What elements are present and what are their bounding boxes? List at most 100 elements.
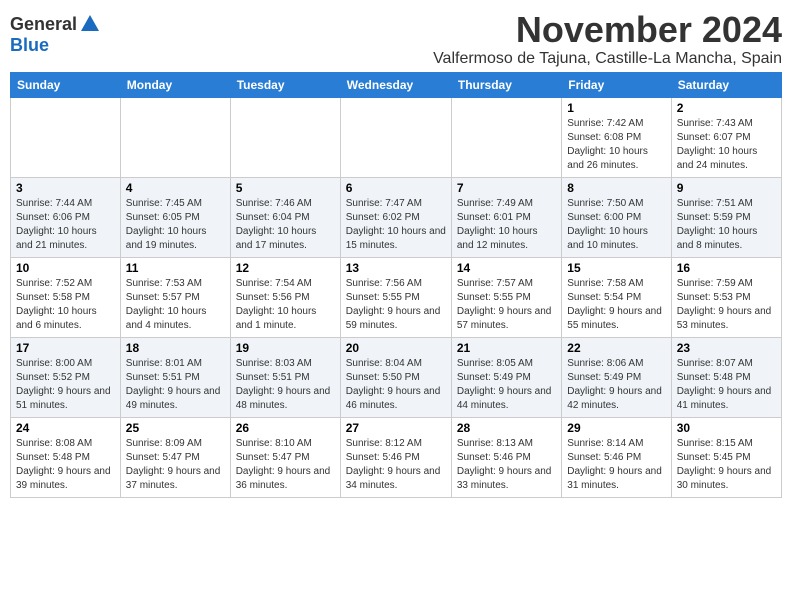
day-number: 30 — [677, 421, 776, 435]
day-info: Sunrise: 8:06 AM Sunset: 5:49 PM Dayligh… — [567, 357, 665, 413]
day-number: 14 — [457, 261, 556, 275]
day-info: Sunrise: 8:00 AM Sunset: 5:52 PM Dayligh… — [16, 357, 115, 413]
day-number: 26 — [236, 421, 335, 435]
day-info: Sunrise: 7:56 AM Sunset: 5:55 PM Dayligh… — [346, 277, 446, 333]
day-number: 28 — [457, 421, 556, 435]
day-info: Sunrise: 7:49 AM Sunset: 6:01 PM Dayligh… — [457, 197, 556, 253]
day-number: 13 — [346, 261, 446, 275]
logo-blue: Blue — [10, 35, 49, 56]
day-info: Sunrise: 7:52 AM Sunset: 5:58 PM Dayligh… — [16, 277, 115, 333]
day-info: Sunrise: 8:14 AM Sunset: 5:46 PM Dayligh… — [567, 437, 665, 493]
logo: General Blue — [10, 10, 101, 56]
day-number: 1 — [567, 101, 665, 115]
table-row: 9 Sunrise: 7:51 AM Sunset: 5:59 PM Daylig… — [671, 177, 781, 257]
title-area: November 2024 Valfermoso de Tajuna, Cast… — [433, 10, 782, 68]
day-number: 18 — [126, 341, 225, 355]
location-subtitle: Valfermoso de Tajuna, Castille-La Mancha… — [433, 50, 782, 68]
table-row: 17 Sunrise: 8:00 AM Sunset: 5:52 PM Dayli… — [11, 337, 121, 417]
day-number: 2 — [677, 101, 776, 115]
day-number: 11 — [126, 261, 225, 275]
table-row: 10 Sunrise: 7:52 AM Sunset: 5:58 PM Dayli… — [11, 257, 121, 337]
day-number: 21 — [457, 341, 556, 355]
table-row: 18Sunrise: 8:01 AM Sunset: 5:51 PM Dayli… — [120, 337, 230, 417]
table-row: 6Sunrise: 7:47 AM Sunset: 6:02 PM Daylig… — [340, 177, 451, 257]
table-row — [340, 97, 451, 177]
table-row — [11, 97, 121, 177]
logo-icon — [79, 13, 101, 35]
calendar-week-row: 1Sunrise: 7:42 AM Sunset: 6:08 PM Daylig… — [11, 97, 782, 177]
day-info: Sunrise: 7:50 AM Sunset: 6:00 PM Dayligh… — [567, 197, 665, 253]
table-row — [230, 97, 340, 177]
calendar-header-row: Sunday Monday Tuesday Wednesday Thursday… — [11, 72, 782, 97]
day-number: 27 — [346, 421, 446, 435]
table-row: 21 Sunrise: 8:05 AM Sunset: 5:49 PM Dayli… — [451, 337, 561, 417]
header-tuesday: Tuesday — [230, 72, 340, 97]
page-header: General Blue November 2024 Valfermoso de… — [10, 10, 782, 68]
table-row: 23Sunrise: 8:07 AM Sunset: 5:48 PM Dayli… — [671, 337, 781, 417]
day-number: 15 — [567, 261, 665, 275]
calendar-week-row: 24Sunrise: 8:08 AM Sunset: 5:48 PM Dayli… — [11, 417, 782, 497]
day-info: Sunrise: 8:03 AM Sunset: 5:51 PM Dayligh… — [236, 357, 335, 413]
day-info: Sunrise: 7:58 AM Sunset: 5:54 PM Dayligh… — [567, 277, 665, 333]
day-number: 17 — [16, 341, 115, 355]
table-row: 5 Sunrise: 7:46 AM Sunset: 6:04 PM Daylig… — [230, 177, 340, 257]
table-row: 12 Sunrise: 7:54 AM Sunset: 5:56 PM Dayli… — [230, 257, 340, 337]
table-row: 15 Sunrise: 7:58 AM Sunset: 5:54 PM Dayli… — [562, 257, 671, 337]
logo-general: General — [10, 14, 77, 35]
day-info: Sunrise: 7:57 AM Sunset: 5:55 PM Dayligh… — [457, 277, 556, 333]
day-info: Sunrise: 7:54 AM Sunset: 5:56 PM Dayligh… — [236, 277, 335, 333]
table-row: 14 Sunrise: 7:57 AM Sunset: 5:55 PM Dayli… — [451, 257, 561, 337]
day-number: 9 — [677, 181, 776, 195]
table-row: 16 Sunrise: 7:59 AM Sunset: 5:53 PM Dayli… — [671, 257, 781, 337]
day-info: Sunrise: 7:59 AM Sunset: 5:53 PM Dayligh… — [677, 277, 776, 333]
day-number: 3 — [16, 181, 115, 195]
table-row: 20 Sunrise: 8:04 AM Sunset: 5:50 PM Dayli… — [340, 337, 451, 417]
day-number: 16 — [677, 261, 776, 275]
day-number: 5 — [236, 181, 335, 195]
table-row: 7 Sunrise: 7:49 AM Sunset: 6:01 PM Daylig… — [451, 177, 561, 257]
header-wednesday: Wednesday — [340, 72, 451, 97]
table-row: 1Sunrise: 7:42 AM Sunset: 6:08 PM Daylig… — [562, 97, 671, 177]
table-row: 30Sunrise: 8:15 AM Sunset: 5:45 PM Dayli… — [671, 417, 781, 497]
table-row: 28 Sunrise: 8:13 AM Sunset: 5:46 PM Dayli… — [451, 417, 561, 497]
day-info: Sunrise: 7:43 AM Sunset: 6:07 PM Dayligh… — [677, 117, 776, 173]
day-info: Sunrise: 8:05 AM Sunset: 5:49 PM Dayligh… — [457, 357, 556, 413]
table-row: 25 Sunrise: 8:09 AM Sunset: 5:47 PM Dayli… — [120, 417, 230, 497]
table-row: 19 Sunrise: 8:03 AM Sunset: 5:51 PM Dayli… — [230, 337, 340, 417]
day-number: 8 — [567, 181, 665, 195]
header-saturday: Saturday — [671, 72, 781, 97]
calendar-week-row: 10 Sunrise: 7:52 AM Sunset: 5:58 PM Dayli… — [11, 257, 782, 337]
day-info: Sunrise: 8:09 AM Sunset: 5:47 PM Dayligh… — [126, 437, 225, 493]
day-number: 29 — [567, 421, 665, 435]
table-row: 22Sunrise: 8:06 AM Sunset: 5:49 PM Dayli… — [562, 337, 671, 417]
header-friday: Friday — [562, 72, 671, 97]
day-info: Sunrise: 8:13 AM Sunset: 5:46 PM Dayligh… — [457, 437, 556, 493]
table-row: 29 Sunrise: 8:14 AM Sunset: 5:46 PM Dayli… — [562, 417, 671, 497]
day-info: Sunrise: 7:51 AM Sunset: 5:59 PM Dayligh… — [677, 197, 776, 253]
table-row: 8 Sunrise: 7:50 AM Sunset: 6:00 PM Daylig… — [562, 177, 671, 257]
header-monday: Monday — [120, 72, 230, 97]
calendar-table: Sunday Monday Tuesday Wednesday Thursday… — [10, 72, 782, 498]
month-title: November 2024 — [433, 10, 782, 50]
day-info: Sunrise: 7:44 AM Sunset: 6:06 PM Dayligh… — [16, 197, 115, 253]
day-number: 19 — [236, 341, 335, 355]
table-row: 24Sunrise: 8:08 AM Sunset: 5:48 PM Dayli… — [11, 417, 121, 497]
day-info: Sunrise: 8:10 AM Sunset: 5:47 PM Dayligh… — [236, 437, 335, 493]
day-info: Sunrise: 8:12 AM Sunset: 5:46 PM Dayligh… — [346, 437, 446, 493]
day-number: 4 — [126, 181, 225, 195]
table-row: 27 Sunrise: 8:12 AM Sunset: 5:46 PM Dayli… — [340, 417, 451, 497]
table-row — [120, 97, 230, 177]
day-number: 20 — [346, 341, 446, 355]
day-info: Sunrise: 8:04 AM Sunset: 5:50 PM Dayligh… — [346, 357, 446, 413]
day-number: 25 — [126, 421, 225, 435]
table-row: 26 Sunrise: 8:10 AM Sunset: 5:47 PM Dayli… — [230, 417, 340, 497]
header-sunday: Sunday — [11, 72, 121, 97]
day-number: 12 — [236, 261, 335, 275]
table-row: 4Sunrise: 7:45 AM Sunset: 6:05 PM Daylig… — [120, 177, 230, 257]
table-row — [451, 97, 561, 177]
day-number: 10 — [16, 261, 115, 275]
table-row: 3 Sunrise: 7:44 AM Sunset: 6:06 PM Daylig… — [11, 177, 121, 257]
day-info: Sunrise: 7:47 AM Sunset: 6:02 PM Dayligh… — [346, 197, 446, 253]
day-info: Sunrise: 7:46 AM Sunset: 6:04 PM Dayligh… — [236, 197, 335, 253]
day-number: 7 — [457, 181, 556, 195]
